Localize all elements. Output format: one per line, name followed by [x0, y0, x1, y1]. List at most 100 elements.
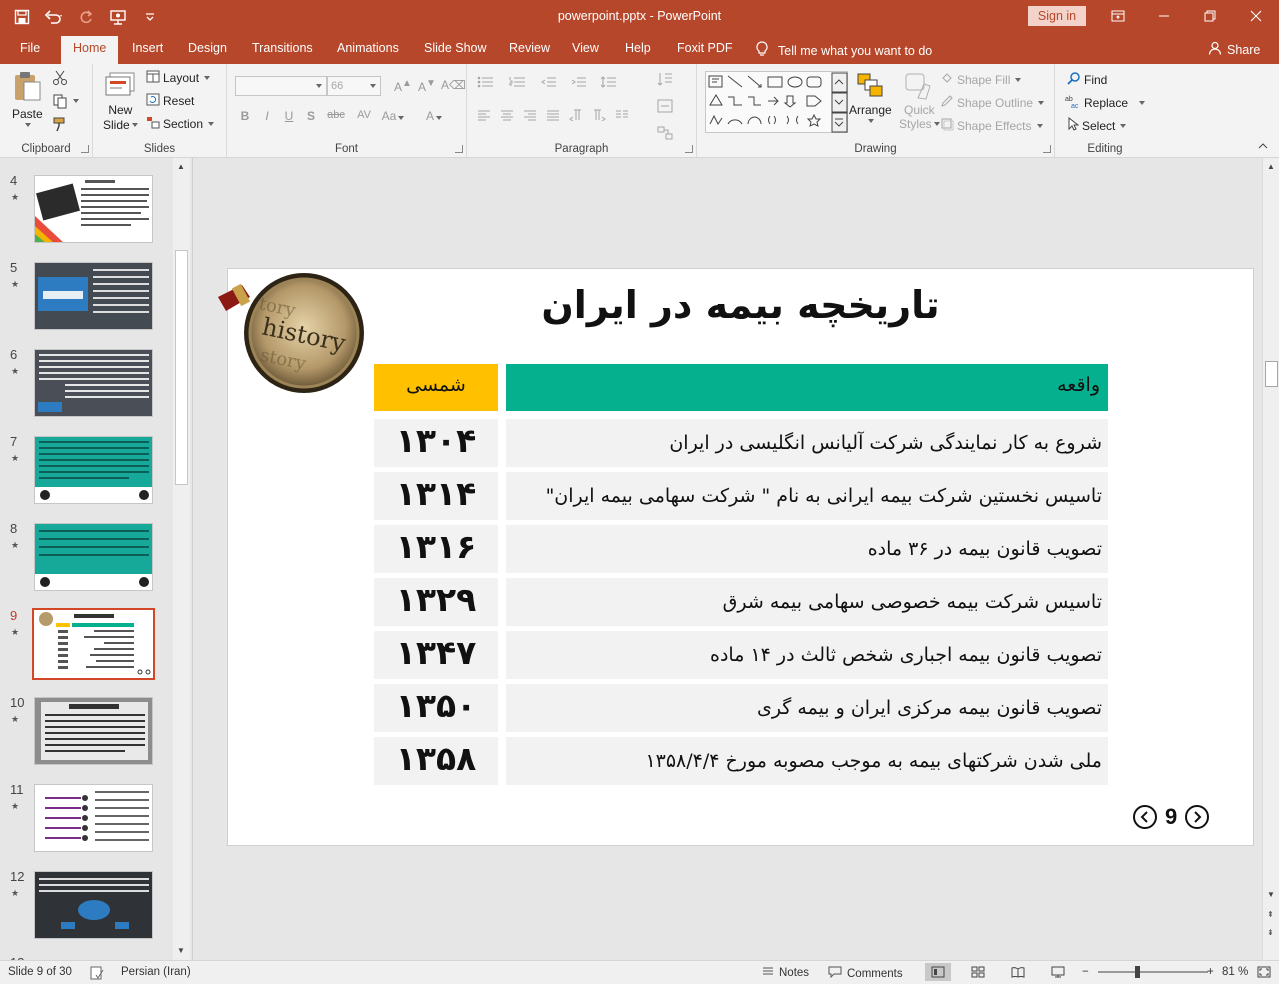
- layout-button[interactable]: Layout: [146, 70, 211, 86]
- collapse-ribbon-icon[interactable]: [1258, 142, 1268, 150]
- minimize-icon[interactable]: [1141, 0, 1187, 32]
- sign-in-button[interactable]: Sign in: [1028, 6, 1086, 26]
- present-from-start-icon[interactable]: [104, 6, 132, 28]
- slide-title[interactable]: تاریخچه بیمه در ایران: [228, 283, 1253, 327]
- quick-styles-button[interactable]: Quick Styles: [899, 72, 940, 131]
- change-case-button[interactable]: Aa: [379, 109, 407, 123]
- reading-view-icon[interactable]: [1011, 966, 1025, 978]
- italic-button[interactable]: I: [257, 109, 277, 123]
- character-spacing-button[interactable]: AV: [351, 109, 377, 121]
- fit-slide-icon[interactable]: [1257, 966, 1271, 978]
- zoom-out-icon[interactable]: −: [1082, 966, 1089, 978]
- scroll-up-icon[interactable]: ▲: [1267, 162, 1275, 171]
- slide-thumbnail-7[interactable]: [34, 436, 153, 504]
- slide-thumbnail-9[interactable]: [32, 608, 155, 680]
- align-text-icon[interactable]: [657, 99, 673, 116]
- tab-insert[interactable]: Insert: [132, 41, 163, 55]
- paste-button[interactable]: Paste: [12, 70, 43, 127]
- ribbon-display-options-icon[interactable]: [1095, 0, 1141, 32]
- drawing-launcher-icon[interactable]: [1043, 145, 1051, 153]
- table-row-year[interactable]: ۱۳۱۶: [374, 525, 498, 573]
- slide-thumbnail-5[interactable]: [34, 262, 153, 330]
- editor-vertical-scrollbar[interactable]: ▲ ▼ ⇞ ⇟: [1262, 158, 1279, 960]
- new-slide-button[interactable]: New Slide: [103, 69, 138, 132]
- slide-thumbnail-10[interactable]: [34, 697, 153, 765]
- font-size-combo[interactable]: 66: [327, 76, 381, 96]
- bullets-icon[interactable]: [477, 76, 495, 91]
- font-name-combo[interactable]: [235, 76, 327, 96]
- table-row-year[interactable]: ۱۳۵۸: [374, 737, 498, 785]
- smartart-icon[interactable]: [657, 126, 673, 143]
- thumbnail-panel-scrollbar[interactable]: ▲ ▼: [173, 158, 190, 960]
- next-arrow-icon[interactable]: [1185, 805, 1210, 829]
- slide-thumbnail-6[interactable]: [34, 349, 153, 417]
- scroll-down-icon[interactable]: ▼: [1267, 890, 1275, 899]
- shape-fill-button[interactable]: Shape Fill: [940, 71, 1022, 88]
- spelling-check-icon[interactable]: [90, 966, 104, 980]
- comments-button[interactable]: Comments: [828, 966, 903, 981]
- shapes-gallery[interactable]: [705, 71, 848, 133]
- zoom-in-icon[interactable]: +: [1207, 966, 1214, 978]
- shape-effects-button[interactable]: Shape Effects: [940, 117, 1043, 134]
- font-color-button[interactable]: A: [421, 109, 447, 123]
- scroll-down-icon[interactable]: ▼: [177, 946, 185, 955]
- slide-thumbnail-11[interactable]: [34, 784, 153, 852]
- arrange-button[interactable]: Arrange: [849, 72, 892, 123]
- normal-view-icon[interactable]: [925, 963, 951, 981]
- tab-animations[interactable]: Animations: [337, 41, 399, 55]
- underline-button[interactable]: U: [279, 109, 299, 123]
- language-indicator[interactable]: Persian (Iran): [121, 966, 191, 978]
- align-right-icon[interactable]: [523, 109, 537, 124]
- close-icon[interactable]: [1233, 0, 1279, 32]
- slide-thumbnail-8[interactable]: [34, 523, 153, 591]
- table-header-year[interactable]: شمسی: [374, 364, 498, 411]
- table-row-event[interactable]: تاسیس نخستین شرکت بیمه ایرانی به نام " ش…: [506, 472, 1108, 520]
- scroll-up-icon[interactable]: ▲: [177, 162, 185, 171]
- current-slide[interactable]: tory history story تاریخچه بیمه در ایران…: [218, 268, 1254, 846]
- previous-slide-icon[interactable]: ⇞: [1267, 910, 1274, 919]
- table-row-year[interactable]: ۱۳۴۷: [374, 631, 498, 679]
- table-row-event[interactable]: تصویب قانون بیمه در ۳۶ ماده: [506, 525, 1108, 573]
- scroll-thumb[interactable]: [175, 250, 188, 485]
- table-row-event[interactable]: تاسیس شرکت بیمه خصوصی سهامی بیمه شرق: [506, 578, 1108, 626]
- numbering-icon[interactable]: [509, 76, 527, 91]
- bold-button[interactable]: B: [235, 109, 255, 123]
- tab-view[interactable]: View: [572, 41, 599, 55]
- slide-sorter-icon[interactable]: [971, 966, 985, 978]
- line-spacing-icon[interactable]: [600, 76, 617, 91]
- cut-icon[interactable]: [52, 70, 68, 86]
- copy-icon[interactable]: [52, 93, 79, 109]
- zoom-level[interactable]: 81 %: [1222, 966, 1248, 978]
- columns-icon[interactable]: [615, 109, 629, 124]
- font-launcher-icon[interactable]: [455, 145, 463, 153]
- tab-help[interactable]: Help: [625, 41, 651, 55]
- tab-review[interactable]: Review: [509, 41, 550, 55]
- table-row-year[interactable]: ۱۳۱۴: [374, 472, 498, 520]
- strikethrough-button[interactable]: abc: [323, 109, 349, 121]
- tell-me-search[interactable]: Tell me what you want to do: [756, 41, 932, 60]
- align-left-icon[interactable]: [477, 109, 491, 124]
- tab-design[interactable]: Design: [188, 41, 227, 55]
- customize-qat-icon[interactable]: [136, 6, 164, 28]
- table-row-event[interactable]: تصویب قانون بیمه اجباری شخص ثالث در ۱۴ م…: [506, 631, 1108, 679]
- paragraph-launcher-icon[interactable]: [685, 145, 693, 153]
- find-button[interactable]: Find: [1067, 71, 1107, 88]
- justify-icon[interactable]: [546, 109, 560, 124]
- tab-file[interactable]: File: [20, 41, 40, 55]
- table-row-event[interactable]: تصویب قانون بیمه مرکزی ایران و بیمه گری: [506, 684, 1108, 732]
- notes-button[interactable]: Notes: [762, 966, 809, 979]
- tab-foxit-pdf[interactable]: Foxit PDF: [677, 41, 733, 55]
- table-row-year[interactable]: ۱۳۰۴: [374, 419, 498, 467]
- scroll-thumb[interactable]: [1265, 361, 1278, 387]
- zoom-slider[interactable]: [1098, 971, 1208, 973]
- select-button[interactable]: Select: [1067, 116, 1127, 134]
- table-row-event[interactable]: شروع به کار نمایندگی شرکت آلیانس انگلیسی…: [506, 419, 1108, 467]
- slide-thumbnail-12[interactable]: [34, 871, 153, 939]
- tab-slide-show[interactable]: Slide Show: [424, 41, 487, 55]
- section-button[interactable]: Section: [146, 116, 215, 132]
- tab-transitions[interactable]: Transitions: [252, 41, 313, 55]
- table-row-year[interactable]: ۱۳۲۹: [374, 578, 498, 626]
- table-row-event[interactable]: ملی شدن شرکتهای بیمه به موجب مصوبه مورخ …: [506, 737, 1108, 785]
- save-icon[interactable]: [8, 6, 36, 28]
- tab-home[interactable]: Home: [61, 36, 119, 64]
